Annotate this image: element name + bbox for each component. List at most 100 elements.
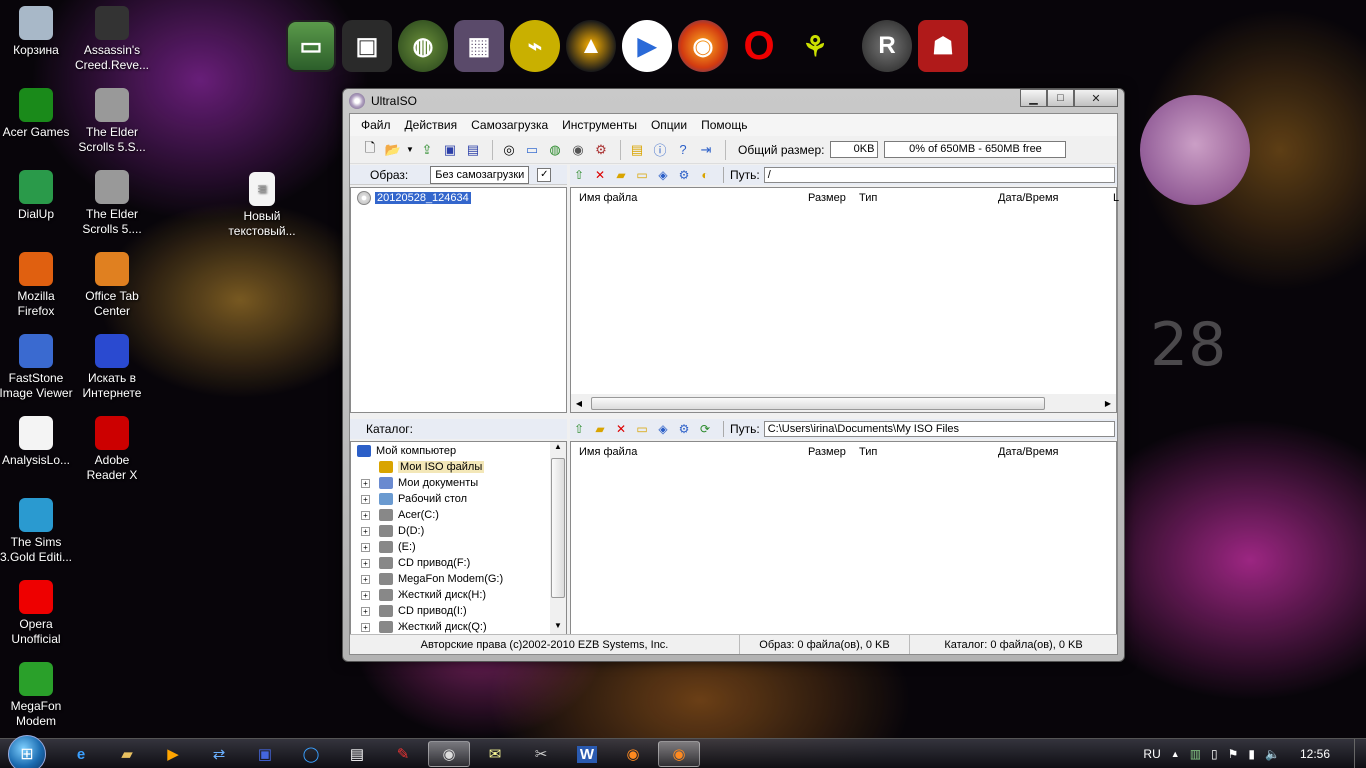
maximize-button[interactable]: □: [1047, 89, 1074, 107]
taskbar-app7[interactable]: ▤: [336, 741, 378, 767]
expand-icon[interactable]: +: [361, 494, 370, 504]
tv-icon[interactable]: ▭: [286, 20, 336, 72]
column-header[interactable]: L: [1113, 192, 1119, 204]
firefox-icon[interactable]: ◉: [678, 20, 728, 72]
cd-drive-icon[interactable]: ◎: [499, 140, 519, 160]
catalog-path-field[interactable]: C:\Users\irina\Documents\My ISO Files: [763, 421, 1115, 437]
volume-tray-icon[interactable]: 🔈: [1265, 747, 1280, 761]
safe-icon[interactable]: ▣: [342, 20, 392, 72]
taskbar-firefox-1[interactable]: ◉: [612, 741, 654, 767]
taskbar-media[interactable]: ▶: [152, 741, 194, 767]
taskbar-word[interactable]: W: [566, 741, 608, 767]
qip-icon[interactable]: ⚘: [790, 20, 840, 72]
globe-icon[interactable]: ◍: [398, 20, 448, 72]
menu-item[interactable]: Опции: [644, 118, 694, 132]
rename-icon[interactable]: ▭: [633, 421, 651, 437]
catalog-tree-item[interactable]: + CD привод(F:): [361, 555, 470, 571]
scroll-left-icon[interactable]: ◀: [571, 399, 587, 408]
desktop-icon[interactable]: Adobe Reader X: [74, 416, 150, 483]
desktop-icon[interactable]: Корзина: [0, 6, 74, 58]
boot-type-field[interactable]: Без самозагрузки: [430, 165, 530, 184]
dropdown-arrow-icon[interactable]: ▼: [406, 140, 414, 160]
desktop-icon[interactable]: Mozilla Firefox: [0, 252, 74, 319]
catalog-tree-pane[interactable]: ▲ ▼ Мой компьютер Мои ISO файлы + Мои докум…: [350, 441, 567, 636]
horizontal-scrollbar[interactable]: ◀ ▶: [571, 394, 1116, 412]
catalog-tree-item[interactable]: + MegaFon Modem(G:): [361, 571, 503, 587]
clock-gadget[interactable]: [1140, 95, 1250, 205]
desktop-icon[interactable]: Искать в Интернете: [74, 334, 150, 401]
delete-icon[interactable]: ✕: [591, 167, 609, 183]
title-bar[interactable]: UltraISO ▁ □ ✕: [343, 89, 1124, 113]
menu-item[interactable]: Инструменты: [555, 118, 644, 132]
catalog-tree-item[interactable]: Мой компьютер: [357, 443, 456, 459]
close-button[interactable]: ✕: [1074, 89, 1118, 107]
properties-icon[interactable]: ▤: [627, 140, 647, 160]
desktop-icon[interactable]: Acer Games: [0, 88, 74, 140]
desktop-icon[interactable]: FastStone Image Viewer: [0, 334, 74, 401]
new-folder-icon[interactable]: ▰: [612, 167, 630, 183]
show-desktop-button[interactable]: [1354, 739, 1366, 768]
expand-icon[interactable]: +: [361, 510, 370, 520]
expand-icon[interactable]: +: [361, 622, 370, 632]
scroll-right-icon[interactable]: ▶: [1100, 399, 1116, 408]
capacity-bar[interactable]: 0% of 650MB - 650MB free: [884, 141, 1067, 158]
taskbar-app8[interactable]: ✎: [382, 741, 424, 767]
action-center-icon[interactable]: ⚑: [1228, 747, 1239, 761]
image-file-list[interactable]: Имя файла Размер Тип Дата/Время L ◀ ▶: [570, 187, 1119, 413]
expand-icon[interactable]: +: [361, 542, 370, 552]
image-tree-item[interactable]: 20120528_124634: [375, 192, 471, 204]
catalog-tree-item[interactable]: + Мои документы: [361, 475, 478, 491]
clock[interactable]: 12:56: [1300, 747, 1330, 761]
desktop-icon[interactable]: Opera Unofficial: [0, 580, 74, 647]
column-header[interactable]: Размер: [808, 192, 846, 204]
save-as-icon[interactable]: ▤: [463, 140, 483, 160]
taskbar-app4[interactable]: ⇄: [198, 741, 240, 767]
extract-icon[interactable]: ⇪: [417, 140, 437, 160]
desktop-icon[interactable]: MegaFon Modem: [0, 662, 74, 729]
language-indicator[interactable]: RU: [1143, 747, 1160, 761]
catalog-tree-item[interactable]: + Жесткий диск(H:): [361, 587, 486, 603]
burn-icon[interactable]: ◉: [568, 140, 588, 160]
network-tray-icon[interactable]: ▥: [1190, 747, 1201, 761]
expand-icon[interactable]: +: [361, 478, 370, 488]
virtual-drive-icon[interactable]: ▭: [522, 140, 542, 160]
desktop-icon[interactable]: The Sims 3.Gold Editi...: [0, 498, 74, 565]
taskbar-app5[interactable]: ▣: [244, 741, 286, 767]
new-icon[interactable]: 🗋: [360, 140, 380, 160]
taskbar-app10[interactable]: ✉: [474, 741, 516, 767]
game-icon[interactable]: R: [862, 20, 912, 72]
column-header[interactable]: Дата/Время: [998, 192, 1059, 204]
monster-icon[interactable]: ☗: [918, 20, 968, 72]
desktop-icon[interactable]: DialUp: [0, 170, 74, 222]
aimp-icon[interactable]: ▲: [566, 20, 616, 72]
catalog-tree-item[interactable]: + Acer(C:): [361, 507, 439, 523]
scroll-up-icon[interactable]: ▲: [550, 442, 566, 456]
scrollbar-thumb[interactable]: [551, 458, 565, 598]
expand-icon[interactable]: +: [361, 606, 370, 616]
exit-icon[interactable]: ⇥: [696, 140, 716, 160]
add-files-icon[interactable]: ◈: [654, 421, 672, 437]
desktop-icon[interactable]: The Elder Scrolls 5....: [74, 170, 150, 237]
menu-item[interactable]: Действия: [398, 118, 465, 132]
new-folder-icon[interactable]: ▰: [591, 421, 609, 437]
start-button[interactable]: ⊞: [8, 735, 46, 768]
scroll-down-icon[interactable]: ▼: [550, 621, 566, 635]
battery-tray-icon[interactable]: ▯: [1211, 747, 1218, 761]
taskbar-firefox-2[interactable]: ◉: [658, 741, 700, 767]
catalog-tree-item[interactable]: + (E:): [361, 539, 416, 555]
desktop-icon[interactable]: Assassin's Creed.Reve...: [74, 6, 150, 73]
catalog-file-list[interactable]: Имя файла Размер Тип Дата/Время: [570, 441, 1117, 636]
column-header[interactable]: Тип: [859, 192, 877, 204]
signal-tray-icon[interactable]: ▮: [1248, 747, 1255, 761]
help-icon[interactable]: ?: [673, 140, 693, 160]
show-hidden-icons-icon[interactable]: ▲: [1171, 749, 1180, 759]
expand-icon[interactable]: +: [361, 526, 370, 536]
minimize-button[interactable]: ▁: [1020, 89, 1047, 107]
compress-icon[interactable]: ◍: [545, 140, 565, 160]
taskbar-ultraiso[interactable]: ◉: [428, 741, 470, 767]
boot-checkbox[interactable]: ✓: [537, 167, 552, 182]
open-icon[interactable]: 📂: [383, 140, 403, 160]
column-header[interactable]: Дата/Время: [998, 446, 1059, 458]
menu-item[interactable]: Самозагрузка: [464, 118, 555, 132]
delete-icon[interactable]: ✕: [612, 421, 630, 437]
